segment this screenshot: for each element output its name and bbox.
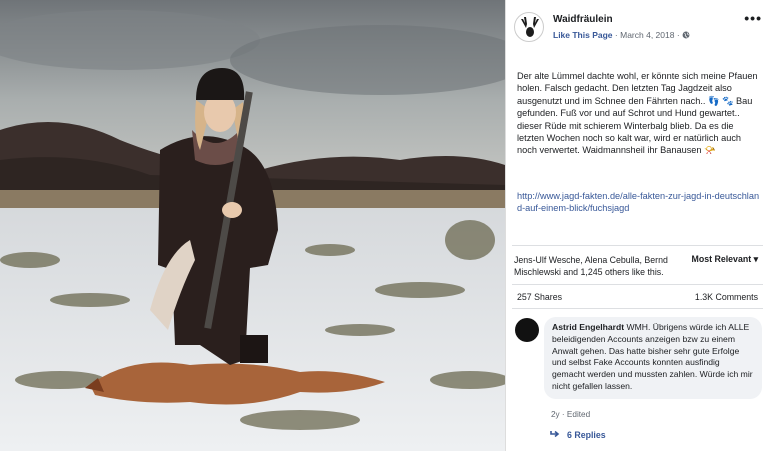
page-name[interactable]: Waidfräulein — [553, 14, 613, 25]
comment-bubble: Astrid Engelhardt WMH. Übrigens würde ic… — [544, 317, 762, 399]
post-link[interactable]: http://www.jagd-fakten.de/alle-fakten-zu… — [517, 190, 763, 215]
meta-separator-2: · — [676, 30, 680, 40]
hunting-photo-image — [0, 0, 505, 451]
commenter-avatar[interactable] — [515, 318, 539, 342]
post-header: Waidfräulein Like This Page · March 4, 2… — [514, 10, 764, 44]
deer-logo-icon — [521, 17, 539, 37]
reply-arrow-icon — [550, 430, 560, 440]
divider — [512, 245, 763, 246]
comment-text: WMH. Übrigens würde ich ALLE beleidigend… — [552, 322, 753, 391]
globe-icon — [682, 30, 690, 40]
post-panel: Waidfräulein Like This Page · March 4, 2… — [505, 0, 768, 451]
divider — [512, 308, 763, 309]
post-text: Der alte Lümmel dachte wohl, er könnte s… — [517, 71, 758, 156]
sort-comments-dropdown[interactable]: Most Relevant ▾ — [692, 254, 759, 265]
comment-author[interactable]: Astrid Engelhardt — [552, 322, 624, 332]
post-date[interactable]: March 4, 2018 — [620, 30, 674, 40]
shares-count[interactable]: 257 Shares — [517, 292, 562, 302]
comment-meta: 2y · Edited — [551, 410, 591, 419]
page-avatar[interactable] — [514, 12, 544, 42]
more-options-icon[interactable]: ••• — [744, 10, 762, 26]
replies-label: 6 Replies — [567, 430, 606, 440]
like-page-link[interactable]: Like This Page — [553, 30, 613, 40]
divider — [512, 284, 763, 285]
post-photo[interactable] — [0, 0, 505, 451]
post-meta: Like This Page · March 4, 2018 · — [553, 30, 690, 40]
meta-separator: · — [614, 30, 618, 40]
likes-summary[interactable]: Jens-Ulf Wesche, Alena Cebulla, Bernd Mi… — [514, 254, 679, 278]
comments-count[interactable]: 1.3K Comments — [695, 292, 758, 302]
view-replies-button[interactable]: 6 Replies — [550, 430, 606, 440]
